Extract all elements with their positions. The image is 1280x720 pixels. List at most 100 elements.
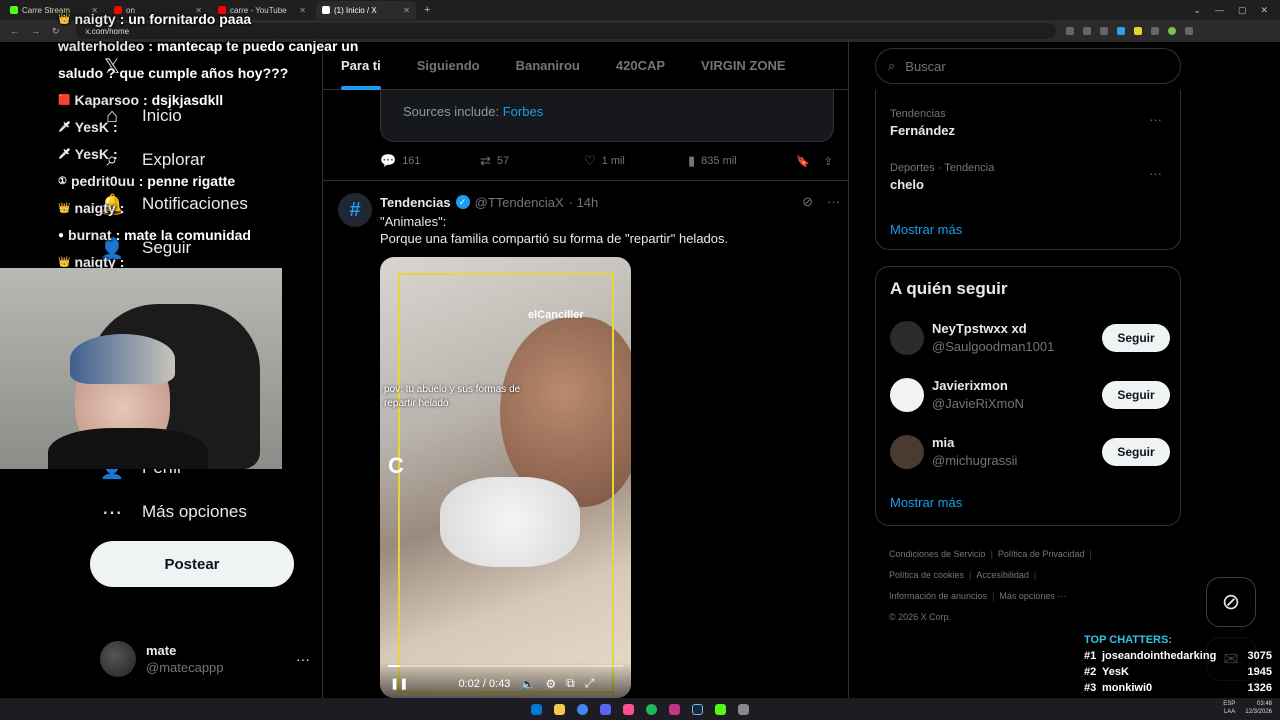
account-name: mate <box>146 643 177 658</box>
top-chatter-row: #2 YesK 1945 <box>1084 666 1272 678</box>
top-chatter-row: #3 monkiwi0 1326 <box>1084 682 1272 694</box>
file-explorer-icon[interactable] <box>554 703 565 715</box>
tab-virgin-zone[interactable]: VIRGIN ZONE <box>683 42 804 90</box>
video-watermark: elCanciller <box>528 309 584 321</box>
search-input[interactable]: ⌕ Buscar <box>875 48 1181 84</box>
tweet-time[interactable]: · 14h <box>569 195 599 210</box>
forward-icon[interactable]: → <box>31 26 40 37</box>
chrome-icon[interactable] <box>577 703 588 715</box>
tab-bananirou[interactable]: Bananirou <box>498 42 598 90</box>
video-progress-bar[interactable] <box>388 665 623 667</box>
extension-icon[interactable] <box>1116 27 1125 35</box>
top-chatters-overlay: TOP CHATTERS: #1 joseandointhedarking 3075… <box>1078 628 1278 704</box>
more-icon[interactable]: ··· <box>1149 112 1162 127</box>
footer-link[interactable]: Condiciones de Servicio <box>889 549 986 559</box>
follow-button[interactable]: Seguir <box>1102 324 1170 352</box>
footer-link[interactable]: Más opciones ··· <box>999 591 1066 601</box>
app-icon[interactable] <box>623 703 634 715</box>
extension-icon[interactable] <box>1082 27 1091 35</box>
follow-suggestion[interactable]: mia @michugrassii Seguir <box>890 432 1170 472</box>
tweet-actions: 💬 161 ⇄ 57 ♡ 1 mil ▮ 835 mil 🔖 ⇪ <box>380 150 834 172</box>
chat-message: 👑 naigty: un fornitardo paaa <box>58 6 358 33</box>
more-icon[interactable]: ··· <box>1149 166 1162 181</box>
repost-icon: ⇄ <box>480 153 491 168</box>
kick-icon[interactable] <box>715 703 726 715</box>
like-button[interactable]: ♡ 1 mil <box>584 153 688 169</box>
browser-menu-icon[interactable] <box>1184 27 1193 35</box>
follow-show-more[interactable]: Mostrar más <box>890 495 962 510</box>
more-icon[interactable]: ··· <box>296 651 310 667</box>
extension-icon[interactable] <box>1099 27 1108 35</box>
repost-button[interactable]: ⇄ 57 <box>480 153 584 169</box>
extension-icon[interactable] <box>1133 27 1142 35</box>
views-button[interactable]: ▮ 835 mil <box>688 153 792 169</box>
volume-icon[interactable]: 🔈 <box>520 677 535 691</box>
tab-420cap[interactable]: 420CAP <box>598 42 683 90</box>
share-icon[interactable]: ⇪ <box>824 155 833 168</box>
minimize-icon[interactable]: — <box>1215 5 1224 16</box>
follow-suggestion[interactable]: NeyTpstwxx xd @Saulgoodman1001 Seguir <box>890 318 1170 358</box>
bookmark-icon[interactable]: 🔖 <box>796 155 810 168</box>
top-chatters-title: TOP CHATTERS: <box>1084 634 1173 646</box>
post-button[interactable]: Postear <box>90 541 294 587</box>
footer-link[interactable]: Política de cookies <box>889 570 964 580</box>
footer-link[interactable]: Accesibilidad <box>976 570 1029 580</box>
video-controls: ❚❚ 0:02 / 0:43 🔈 ⚙ ⧉ ⤢ <box>380 662 631 698</box>
new-tab-button[interactable]: + <box>416 4 438 16</box>
tab-siguiendo[interactable]: Siguiendo <box>399 42 498 90</box>
spotify-icon[interactable] <box>646 703 657 715</box>
profile-avatar-icon[interactable] <box>1167 27 1176 35</box>
app-icon[interactable] <box>669 703 680 715</box>
sources-card: Sources include: Forbes <box>380 90 834 142</box>
discord-icon[interactable] <box>600 703 611 715</box>
grok-icon[interactable]: ⊘ <box>802 194 813 210</box>
copyright: © 2026 X Corp. <box>889 612 952 622</box>
start-icon[interactable] <box>531 703 542 715</box>
trend-item[interactable]: Deportes · Tendencia chelo ··· <box>890 162 1170 192</box>
settings-icon[interactable]: ⚙ <box>545 677 556 691</box>
extension-icon[interactable] <box>1150 27 1159 35</box>
search-icon: ⌕ <box>888 58 896 73</box>
clock[interactable]: 03:48 12/3/2026 <box>1245 700 1272 716</box>
video-progress-fill <box>388 665 400 667</box>
footer-link[interactable]: Información de anuncios <box>889 591 987 601</box>
who-to-follow-title: A quién seguir <box>890 279 1008 298</box>
picture-in-picture-icon[interactable]: ⧉ <box>566 676 575 691</box>
more-icon[interactable]: ··· <box>827 194 840 210</box>
webcam-shirt <box>48 428 208 469</box>
tab-search-icon[interactable]: ⌄ <box>1193 5 1201 16</box>
fullscreen-icon[interactable]: ⤢ <box>585 676 595 691</box>
follow-button[interactable]: Seguir <box>1102 438 1170 466</box>
close-icon[interactable]: ✕ <box>403 6 410 15</box>
badge-icon: 🟥 <box>58 95 71 106</box>
sources-link[interactable]: Forbes <box>503 104 543 119</box>
account-switcher[interactable]: mate @matecappp ··· <box>100 637 310 681</box>
reply-button[interactable]: 💬 161 <box>380 153 480 169</box>
webcam-cap <box>70 334 175 384</box>
author-handle[interactable]: @TTendenciaX <box>475 195 564 210</box>
language-indicator[interactable]: ESP LAA <box>1223 700 1235 716</box>
footer-link[interactable]: Política de Privacidad <box>998 549 1085 559</box>
video-player[interactable]: elCanciller pov: tu abuelo y sus formas … <box>380 257 631 698</box>
grok-button[interactable]: ⊘ <box>1206 577 1256 627</box>
app-icon[interactable] <box>738 703 749 715</box>
avatar <box>100 641 136 677</box>
windows-taskbar: ESP LAA 03:48 12/3/2026 <box>0 698 1280 720</box>
badge-icon: ● <box>58 230 65 241</box>
chat-message: ① pedrit0uu: penne rigatte <box>58 168 358 195</box>
chat-message: 🗡 YesK: <box>58 141 358 168</box>
back-icon[interactable]: ← <box>10 26 19 37</box>
pause-icon[interactable]: ❚❚ <box>390 677 408 690</box>
trends-show-more[interactable]: Mostrar más <box>890 222 962 237</box>
maximize-icon[interactable]: ▢ <box>1238 5 1247 16</box>
close-window-icon[interactable]: ✕ <box>1260 5 1268 16</box>
author-name[interactable]: Tendencias <box>380 195 451 210</box>
trend-item[interactable]: Tendencias Fernández ··· <box>890 108 1170 138</box>
extension-icon[interactable] <box>1065 27 1074 35</box>
nav-more-options[interactable]: ⋯ Más opciones <box>100 500 247 524</box>
follow-button[interactable]: Seguir <box>1102 381 1170 409</box>
feed-tabs: Para ti Siguiendo Bananirou 420CAP VIRGI… <box>323 42 848 90</box>
steam-icon[interactable] <box>692 703 703 715</box>
badge-icon: 🗡 <box>58 122 71 133</box>
follow-suggestion[interactable]: Javierixmon @JavieRiXmoN Seguir <box>890 375 1170 415</box>
